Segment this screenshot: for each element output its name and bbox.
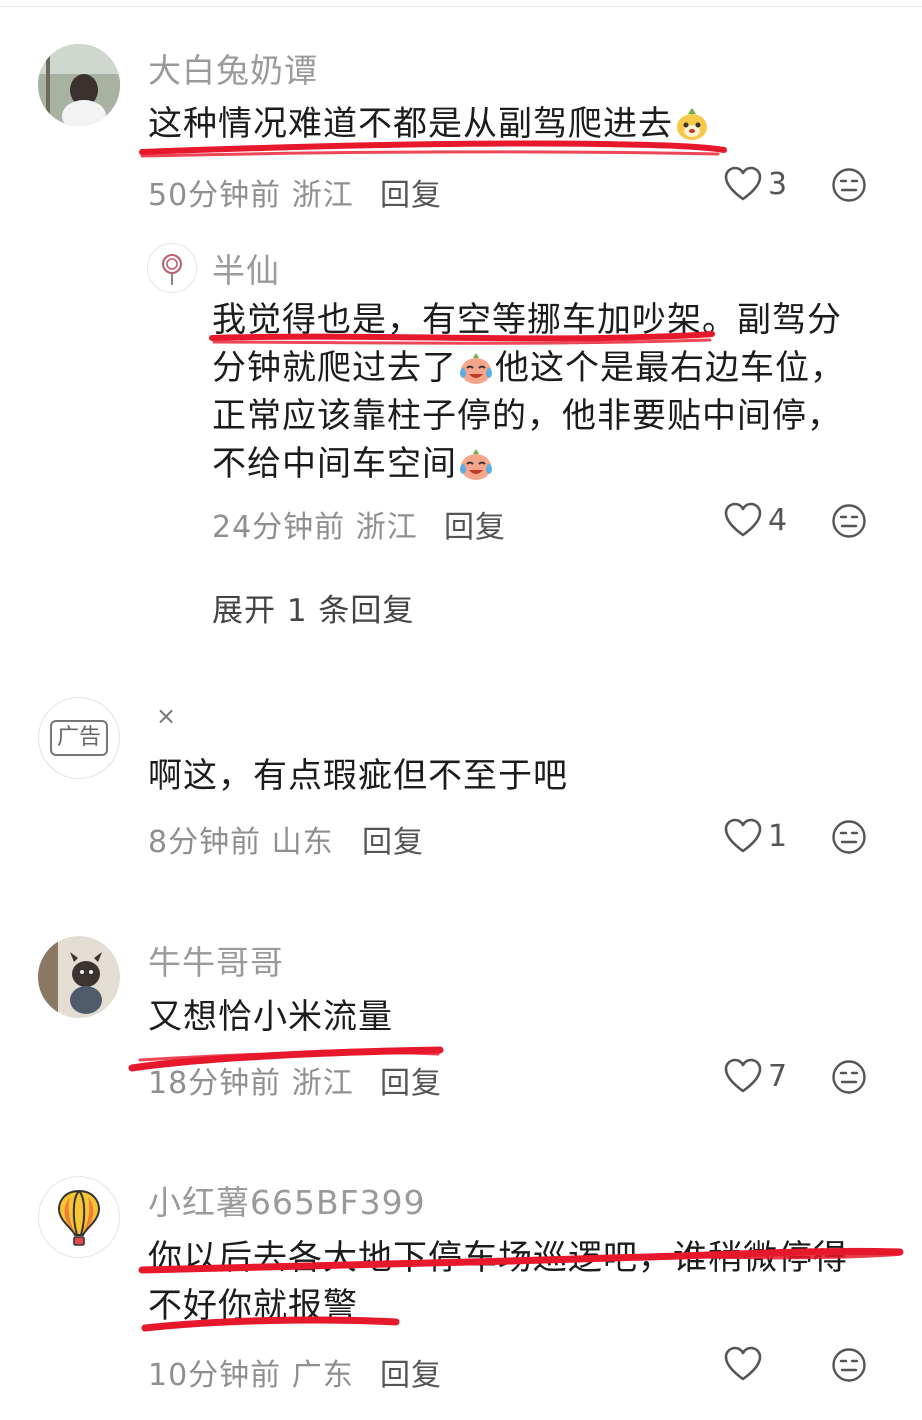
- meh-face-icon[interactable]: [831, 1059, 867, 1095]
- comment-meta: 50分钟前 浙江: [148, 170, 354, 214]
- comment-text[interactable]: 这种情况难道不都是从副驾爬进去: [148, 100, 711, 148]
- comment-meta: 10分钟前 广东: [148, 1350, 354, 1394]
- reply-button[interactable]: 回复: [380, 1058, 442, 1102]
- heart-outline-icon: [724, 1058, 762, 1093]
- location: 浙江: [291, 178, 354, 213]
- close-icon[interactable]: ×: [156, 702, 176, 730]
- location: 广东: [291, 1358, 354, 1393]
- avatar-photo: [38, 44, 120, 126]
- comment-line: 分钟就爬过去了 他这个是最右边车位，: [212, 344, 872, 392]
- red-underline: [140, 150, 720, 158]
- comment-meta: 18分钟前 浙江: [148, 1058, 354, 1102]
- username[interactable]: 半仙: [212, 244, 280, 292]
- user-avatar[interactable]: [38, 936, 120, 1018]
- crying-laughing-emoji-icon: [460, 449, 492, 480]
- ad-avatar: 广告: [38, 697, 120, 779]
- timestamp: 24分钟前: [212, 510, 346, 545]
- like-button[interactable]: 7: [724, 1058, 787, 1094]
- avatar-photo: [38, 936, 120, 1018]
- comment-line: 不好你就报警: [148, 1286, 358, 1326]
- expand-replies-button[interactable]: 展开 1 条回复: [212, 585, 414, 630]
- ad-badge: 广告: [50, 720, 108, 756]
- reply-button[interactable]: 回复: [362, 817, 424, 861]
- crying-laughing-emoji-icon: [460, 353, 492, 384]
- heart-outline-icon: [724, 818, 762, 853]
- like-count: 7: [768, 1058, 788, 1094]
- user-avatar[interactable]: [38, 44, 120, 126]
- comment-meta: 8分钟前 山东: [148, 817, 334, 861]
- heart-outline-icon: [724, 166, 762, 201]
- hot-air-balloon-icon: [57, 1189, 101, 1246]
- location: 浙江: [355, 510, 418, 545]
- user-avatar[interactable]: [147, 243, 197, 293]
- like-count: 1: [768, 818, 788, 854]
- like-button[interactable]: [724, 1346, 762, 1382]
- comment-text[interactable]: 啊这，有点瑕疵但不至于吧: [148, 752, 568, 800]
- comment-text[interactable]: 我觉得也是，有空等挪车加吵架。副驾分 分钟就爬过去了 他这个是最右边车位， 正常应…: [212, 296, 872, 488]
- reply-button[interactable]: 回复: [380, 1350, 442, 1394]
- comment-line: 我觉得也是，有空等挪车加吵架。副驾分: [212, 300, 842, 340]
- like-count: 4: [768, 502, 788, 538]
- username[interactable]: 牛牛哥哥: [148, 936, 284, 984]
- comment-line: 正常应该靠柱子停的，他非要贴中间停，: [212, 396, 842, 436]
- user-avatar[interactable]: [38, 1176, 120, 1258]
- comment-meta: 24分钟前 浙江: [212, 502, 418, 546]
- location: 山东: [271, 825, 334, 860]
- comment-line: 不给中间车空间: [212, 440, 872, 488]
- timestamp: 18分钟前: [148, 1066, 282, 1101]
- comment-text[interactable]: 你以后去各大地下停车场巡逻吧，谁稍微停得 不好你就报警: [148, 1234, 878, 1330]
- meh-face-icon[interactable]: [831, 819, 867, 855]
- comment-text[interactable]: 又想恰小米流量: [148, 993, 393, 1041]
- username[interactable]: 小红薯665BF399: [148, 1176, 426, 1224]
- comment-line-part: 分钟就爬过去了: [212, 348, 457, 388]
- timestamp: 50分钟前: [148, 178, 282, 213]
- comment-line-part: 他这个是最右边车位，: [495, 348, 845, 388]
- timestamp: 10分钟前: [148, 1358, 282, 1393]
- timestamp: 8分钟前: [148, 825, 262, 860]
- meh-face-icon[interactable]: [831, 503, 867, 539]
- like-button[interactable]: 3: [724, 166, 787, 202]
- like-count: 3: [768, 166, 788, 202]
- reply-button[interactable]: 回复: [380, 170, 442, 214]
- heart-outline-icon: [724, 502, 762, 537]
- like-button[interactable]: 4: [724, 502, 787, 538]
- comment-text-content: 这种情况难道不都是从副驾爬进去: [148, 104, 673, 144]
- comment-line-part: 不给中间车空间: [212, 444, 457, 484]
- meh-face-icon[interactable]: [831, 167, 867, 203]
- meh-face-icon[interactable]: [831, 1347, 867, 1383]
- reply-button[interactable]: 回复: [444, 502, 506, 546]
- username[interactable]: 大白兔奶谭: [148, 44, 318, 92]
- red-annotation-overlay: [128, 140, 904, 1332]
- top-divider: [0, 6, 922, 7]
- comment-line: 你以后去各大地下停车场巡逻吧，谁稍微停得: [148, 1238, 848, 1278]
- like-button[interactable]: 1: [724, 818, 787, 854]
- heart-outline-icon: [724, 1346, 762, 1381]
- dog-emoji-icon: [677, 108, 707, 140]
- location: 浙江: [291, 1066, 354, 1101]
- lollipop-avatar-icon: [162, 254, 182, 285]
